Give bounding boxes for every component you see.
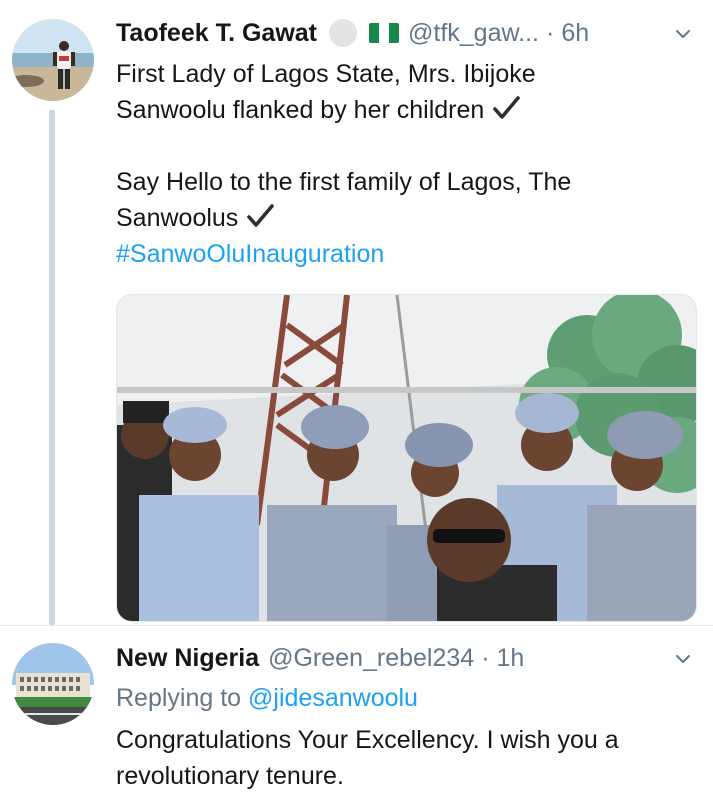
display-name[interactable]: New Nigeria [116,642,259,674]
separator-dot: · [546,19,555,47]
nigeria-flag-emoji-icon [369,23,399,43]
replying-to-label: Replying to [116,684,242,712]
tweet-header: New Nigeria @Green_rebel234 · 1h [116,642,524,674]
tweet-text-line-blank [116,128,696,164]
replying-to-context: Replying to @jidesanwoolu [116,682,418,714]
mention-link[interactable]: @jidesanwoolu [248,684,418,712]
chevron-down-icon[interactable] [675,26,691,42]
avatar[interactable] [12,19,94,101]
timestamp[interactable]: 1h [497,642,525,674]
tweet-text-line: Say Hello to the first family of Lagos, … [116,168,572,196]
user-handle[interactable]: @Green_rebel234 [268,642,474,674]
tweet-text-line: Sanwoolus [116,200,696,236]
tweet-text-line: Sanwoolu flanked by her children [116,92,696,128]
display-name[interactable]: Taofeek T. Gawat [116,17,317,49]
check-mark-icon [247,204,275,227]
tweet-header: Taofeek T. Gawat @tfk_gaw... · 6h [116,17,589,49]
tweet-text-line: First Lady of Lagos State, Mrs. Ibijoke [116,60,536,88]
check-mark-icon [493,96,521,119]
white-circle-emoji-icon [329,19,357,47]
avatar[interactable] [12,643,94,725]
user-handle[interactable]: @tfk_gaw... [408,17,539,49]
separator-dot: · [481,644,490,672]
tweet-text: First Lady of Lagos State, Mrs. Ibijoke … [116,56,696,272]
tweet[interactable]: New Nigeria @Green_rebel234 · 1h Replyin… [0,626,713,796]
timestamp[interactable]: 6h [561,17,589,49]
thread-connector-line [49,110,55,625]
chevron-down-icon[interactable] [675,651,691,667]
tweet-text-line: revolutionary tenure. [116,762,344,790]
tweet-text: Congratulations Your Excellency. I wish … [116,722,696,794]
hashtag-link[interactable]: #SanwoOluInauguration [116,236,696,272]
profile-photo-building-icon [12,643,94,725]
profile-photo-beach-icon [12,19,94,101]
family-photo-icon [117,295,696,621]
tweet-text-line: Congratulations Your Excellency. I wish … [116,726,619,754]
tweet[interactable]: Taofeek T. Gawat @tfk_gaw... · 6h First … [0,0,713,626]
tweet-photo[interactable] [116,294,697,622]
